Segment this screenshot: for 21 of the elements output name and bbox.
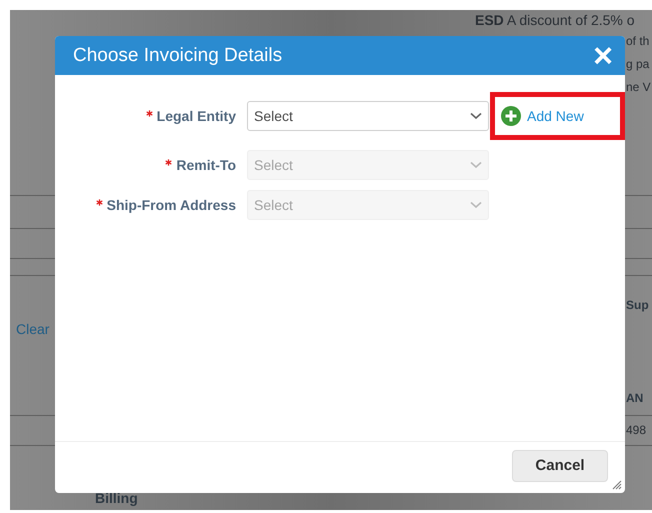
background-text: of th	[626, 34, 650, 48]
chevron-down-icon	[470, 161, 482, 169]
field-label: Legal Entity	[146, 108, 236, 124]
dialog-title: Choose Invoicing Details	[73, 44, 282, 66]
background-text: 498	[626, 423, 648, 437]
plus-icon	[501, 106, 521, 126]
background-text: g pa	[626, 57, 650, 71]
chevron-down-icon	[470, 112, 482, 120]
cancel-button[interactable]: Cancel	[512, 450, 608, 482]
background-text: ne V	[626, 80, 652, 94]
section-heading: Billing	[95, 490, 139, 506]
add-new-button[interactable]: Add New	[490, 92, 625, 140]
section-heading: Sup	[626, 298, 650, 312]
field-label: Remit-To	[165, 157, 236, 173]
background-text: ESD A discount of 2.5% o	[475, 12, 636, 28]
chevron-down-icon	[470, 201, 482, 209]
section-heading: AN	[626, 391, 644, 405]
select-field[interactable]: Select	[247, 101, 489, 131]
close-button[interactable]: ×	[589, 40, 617, 70]
resize-grip-icon[interactable]	[612, 480, 622, 490]
field-label: Ship-From Address	[96, 197, 236, 213]
